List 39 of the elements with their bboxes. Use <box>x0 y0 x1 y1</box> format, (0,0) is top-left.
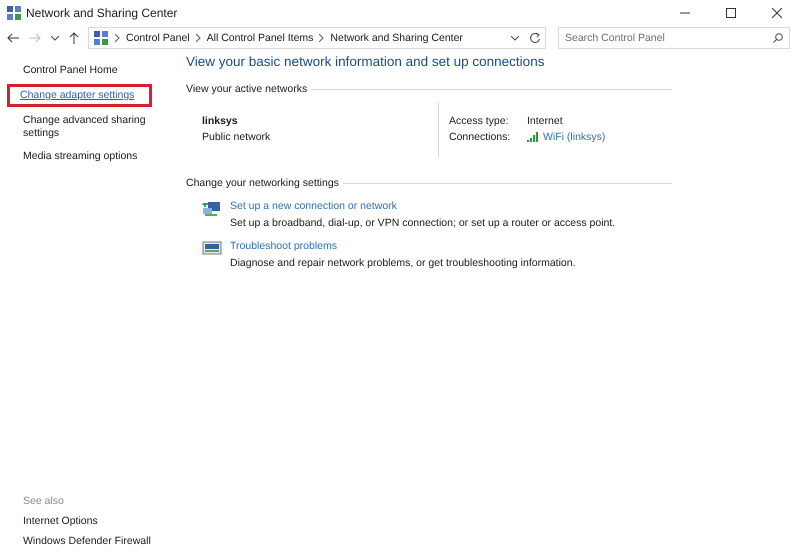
recent-locations-button[interactable] <box>48 36 62 40</box>
sidebar-link[interactable]: Media streaming options <box>10 147 170 166</box>
dropdown-icon[interactable] <box>511 36 519 40</box>
breadcrumb[interactable]: All Control Panel Items <box>206 32 314 44</box>
field-value: Internet <box>527 115 564 127</box>
control-panel-icon <box>93 30 109 46</box>
sidebar-link[interactable]: Windows Defender Firewall <box>10 535 172 547</box>
task-link[interactable]: Set up a new connection or network <box>230 200 397 212</box>
signal-icon <box>527 132 539 142</box>
connection-link[interactable]: WiFi (linksys) <box>543 131 606 143</box>
chevron-icon <box>196 34 201 42</box>
page-title: View your basic network information and set up connections <box>186 54 546 69</box>
search-icon <box>773 33 783 43</box>
chevron-icon <box>319 34 324 42</box>
field-label: Access type: <box>449 115 510 127</box>
task-description: Set up a broadband, dial-up, or VPN connection; or set up a router or access point. <box>230 217 616 229</box>
chevron-icon <box>115 34 120 42</box>
close-icon <box>772 8 782 18</box>
sidebar-link[interactable]: Change advanced sharing settings <box>10 111 170 143</box>
network-setup-icon <box>202 200 222 218</box>
address-bar[interactable]: Control Panel All Control Panel Items Network and Sharing Center <box>88 27 546 49</box>
network-category: Public network <box>202 131 272 143</box>
refresh-icon[interactable] <box>529 32 541 44</box>
network-name: linksys <box>202 115 239 127</box>
see-also-heading: See also <box>22 495 65 507</box>
maximize-icon <box>726 8 736 18</box>
task-link[interactable]: Troubleshoot problems <box>230 240 337 252</box>
sidebar-link[interactable]: Control Panel Home <box>10 61 170 80</box>
control-panel-icon <box>6 5 22 21</box>
task-description: Diagnose and repair network problems, or get troubleshooting information. <box>230 257 576 269</box>
breadcrumb[interactable]: Control Panel <box>126 32 190 44</box>
sidebar-link[interactable]: Change adapter settings <box>7 84 152 107</box>
field-label: Connections: <box>449 131 512 143</box>
breadcrumb[interactable]: Network and Sharing Center <box>330 32 463 44</box>
sidebar-link[interactable]: Internet Options <box>10 515 172 527</box>
search-field[interactable]: Search Control Panel <box>558 27 790 49</box>
window-title: Network and Sharing Center <box>26 6 178 20</box>
section-heading: View your active networks <box>186 83 308 95</box>
section-heading: Change your networking settings <box>186 177 339 189</box>
